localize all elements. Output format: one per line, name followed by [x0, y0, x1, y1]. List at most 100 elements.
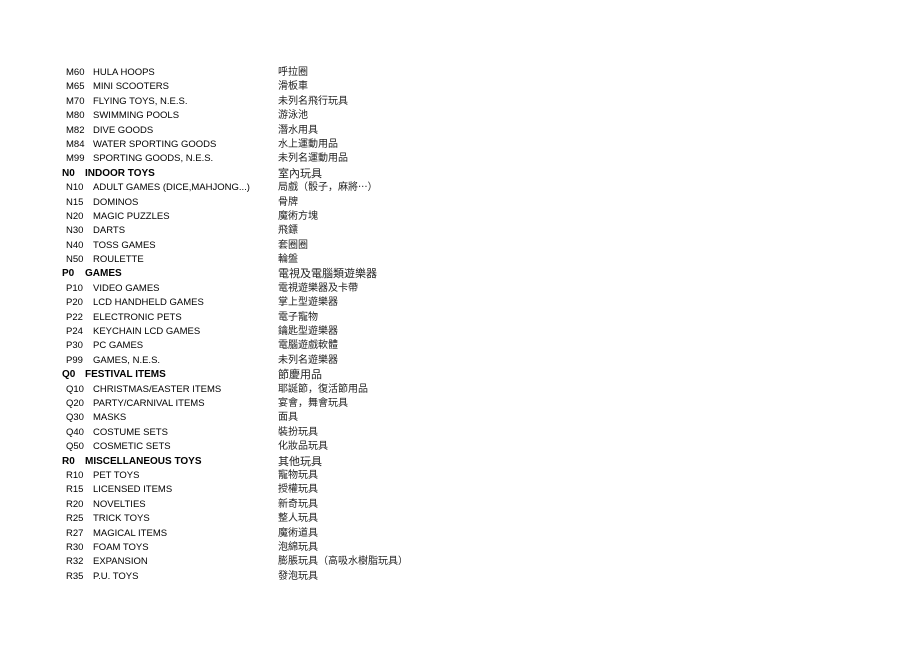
- category-header-row: R0 MISCELLANEOUS TOYS 其他玩具: [0, 455, 920, 469]
- item-code: M65: [66, 81, 85, 93]
- item-name: MAGICAL ITEMS: [93, 527, 168, 539]
- item-chinese-name: 未列名遊樂器: [278, 354, 338, 366]
- item-name: FESTIVAL ITEMS: [85, 369, 166, 381]
- item-name: MINI SCOOTERS: [93, 81, 170, 93]
- item-name: COSMETIC SETS: [93, 441, 171, 453]
- item-code: R0: [62, 455, 75, 467]
- item-name: LICENSED ITEMS: [93, 484, 173, 496]
- item-chinese-name: 電子寵物: [278, 311, 318, 323]
- category-header-row: P0 GAMES 電視及電腦類遊樂器: [0, 267, 920, 281]
- item-name: SPORTING GOODS, N.E.S.: [93, 153, 214, 165]
- list-item: P99 GAMES, N.E.S. 未列名遊樂器: [0, 354, 920, 368]
- item-code: R35: [66, 570, 84, 582]
- item-name: ADULT GAMES (DICE,MAHJONG...): [93, 182, 250, 194]
- item-code: R15: [66, 484, 84, 496]
- item-code: Q30: [66, 412, 84, 424]
- item-name: NOVELTIES: [93, 498, 146, 510]
- item-code: N0: [62, 167, 75, 179]
- item-chinese-name: 局戲（骰子，麻將‧‧‧）: [278, 182, 378, 194]
- item-name: SWIMMING POOLS: [93, 110, 180, 122]
- item-chinese-name: 化妝品玩具: [278, 441, 328, 453]
- list-item: R27 MAGICAL ITEMS 魔術道具: [0, 527, 920, 541]
- item-name: TOSS GAMES: [93, 239, 156, 251]
- item-name: MAGIC PUZZLES: [93, 210, 170, 222]
- list-item: P10 VIDEO GAMES 電視遊樂器及卡帶: [0, 282, 920, 296]
- item-name: WATER SPORTING GOODS: [93, 138, 217, 150]
- item-name: VIDEO GAMES: [93, 282, 160, 294]
- item-code: Q10: [66, 383, 84, 395]
- item-name: CHRISTMAS/EASTER ITEMS: [93, 383, 222, 395]
- item-chinese-name: 飛鏢: [278, 225, 298, 237]
- item-chinese-name: 魔術方塊: [278, 210, 318, 222]
- item-code: M80: [66, 110, 85, 122]
- item-chinese-name: 輪盤: [278, 254, 298, 266]
- list-item: N10 ADULT GAMES (DICE,MAHJONG...) 局戲（骰子，麻將…: [0, 181, 920, 195]
- item-name: PET TOYS: [93, 469, 140, 481]
- item-code: P10: [66, 282, 83, 294]
- list-item: N20 MAGIC PUZZLES 魔術方塊: [0, 210, 920, 224]
- list-item: R30 FOAM TOYS 泡綿玩具: [0, 541, 920, 555]
- item-code: P22: [66, 311, 83, 323]
- item-name: MASKS: [93, 412, 127, 424]
- item-chinese-name: 水上運動用品: [278, 138, 338, 150]
- item-chinese-name: 電視遊樂器及卡帶: [278, 282, 358, 294]
- item-chinese-name: 整人玩具: [278, 513, 318, 525]
- list-item: R32 EXPANSION 膨脹玩具（高吸水樹脂玩具）: [0, 555, 920, 569]
- item-name: INDOOR TOYS: [85, 167, 155, 179]
- item-code: R30: [66, 541, 84, 553]
- list-item: M84 WATER SPORTING GOODS 水上運動用品: [0, 138, 920, 152]
- list-item: N15 DOMINOS 骨牌: [0, 196, 920, 210]
- item-code: R10: [66, 469, 84, 481]
- item-code: R27: [66, 527, 84, 539]
- item-chinese-name: 滑板車: [278, 81, 308, 93]
- list-item: M82 DIVE GOODS 潛水用具: [0, 124, 920, 138]
- item-chinese-name: 宴會，舞會玩具: [278, 397, 348, 409]
- item-chinese-name: 新奇玩具: [278, 498, 318, 510]
- item-chinese-name: 節慶用品: [278, 368, 322, 382]
- item-code: Q50: [66, 441, 84, 453]
- item-code: N15: [66, 196, 84, 208]
- list-item: N40 TOSS GAMES 套圈圈: [0, 239, 920, 253]
- item-chinese-name: 電腦遊戲軟體: [278, 340, 338, 352]
- item-code: N50: [66, 254, 84, 266]
- item-code: M99: [66, 153, 85, 165]
- item-code: P0: [62, 268, 75, 280]
- item-chinese-name: 面具: [278, 412, 298, 424]
- item-chinese-name: 室內玩具: [278, 166, 322, 180]
- item-chinese-name: 游泳池: [278, 110, 308, 122]
- item-code: P99: [66, 354, 83, 366]
- list-item: R20 NOVELTIES 新奇玩具: [0, 498, 920, 512]
- item-chinese-name: 寵物玩具: [278, 469, 318, 481]
- list-item: N30 DARTS 飛鏢: [0, 224, 920, 238]
- item-name: DIVE GOODS: [93, 124, 154, 136]
- list-item: R10 PET TOYS 寵物玩具: [0, 469, 920, 483]
- item-name: EXPANSION: [93, 556, 148, 568]
- item-name: DARTS: [93, 225, 126, 237]
- item-name: ROULETTE: [93, 254, 144, 266]
- item-chinese-name: 發泡玩具: [278, 570, 318, 582]
- item-name: HULA HOOPS: [93, 67, 155, 78]
- list-item: P30 PC GAMES 電腦遊戲軟體: [0, 339, 920, 353]
- item-chinese-name: 裝扮玩具: [278, 426, 318, 438]
- item-chinese-name: 骨牌: [278, 196, 298, 208]
- item-name: FOAM TOYS: [93, 541, 149, 553]
- item-code: P24: [66, 326, 83, 338]
- item-name: ELECTRONIC PETS: [93, 311, 182, 323]
- list-item: R25 TRICK TOYS 整人玩具: [0, 512, 920, 526]
- item-code: M70: [66, 95, 85, 107]
- item-name: COSTUME SETS: [93, 426, 168, 438]
- item-code: Q0: [62, 369, 76, 381]
- list-item: Q10 CHRISTMAS/EASTER ITEMS 耶誕節，復活節用品: [0, 383, 920, 397]
- item-code: Q20: [66, 397, 84, 409]
- list-item: M99 SPORTING GOODS, N.E.S. 未列名運動用品: [0, 152, 920, 166]
- item-code: P20: [66, 297, 83, 309]
- list-item: M60 HULA HOOPS 呼拉圈: [0, 66, 920, 80]
- item-chinese-name: 授權玩具: [278, 484, 318, 496]
- item-code: R25: [66, 513, 84, 525]
- item-chinese-name: 套圈圈: [278, 239, 308, 251]
- item-name: GAMES, N.E.S.: [93, 354, 161, 366]
- item-chinese-name: 未列名運動用品: [278, 153, 348, 165]
- item-chinese-name: 其他玩具: [278, 454, 322, 468]
- list-item: M70 FLYING TOYS, N.E.S. 未列名飛行玩具: [0, 95, 920, 109]
- item-chinese-name: 鑰匙型遊樂器: [278, 326, 338, 338]
